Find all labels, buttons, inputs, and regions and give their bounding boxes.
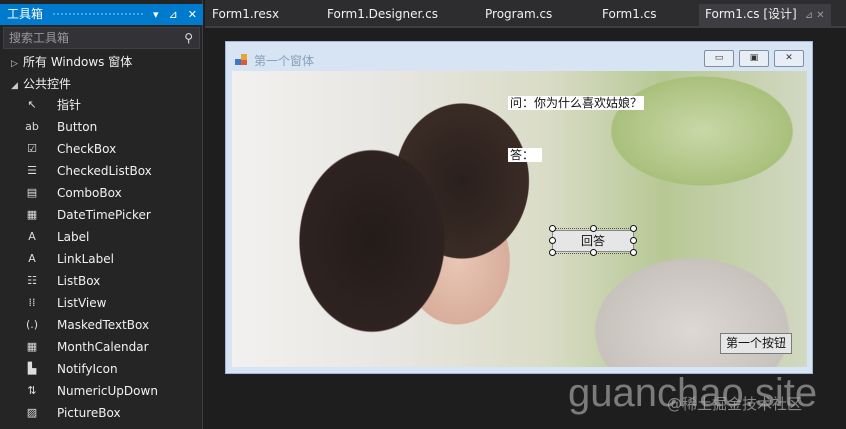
- tab-form1-resx[interactable]: Form1.resx: [212, 4, 279, 27]
- toolbox-item-label: ComboBox: [57, 186, 122, 200]
- toolbox-item[interactable]: ☰ CheckedListBox: [0, 160, 203, 182]
- tab-label: Form1.cs: [602, 7, 657, 21]
- listview-icon: ⁞⁞: [28, 296, 36, 309]
- resize-handle[interactable]: [549, 249, 556, 256]
- first-button[interactable]: 第一个按钮: [720, 333, 792, 354]
- label-icon: A: [28, 230, 36, 243]
- toolbox-item-label: ListBox: [57, 274, 101, 288]
- monthcalendar-icon: ▦: [26, 340, 38, 353]
- toolbox-item[interactable]: ⇅ NumericUpDown: [0, 380, 203, 402]
- close-icon: ✕: [785, 53, 793, 63]
- close-icon[interactable]: ✕: [188, 4, 197, 25]
- toolbox-item[interactable]: ▤ ComboBox: [0, 182, 203, 204]
- category-label: 公共控件: [23, 77, 72, 91]
- toolbox-item-label: Button: [57, 120, 98, 134]
- form-background-image: 问：你为什么喜欢姑娘？ 答： 回答 第一个按钮: [232, 71, 807, 367]
- tab-label: Form1.resx: [212, 7, 280, 21]
- resize-handle[interactable]: [630, 237, 637, 244]
- resize-handle[interactable]: [549, 225, 556, 232]
- button-icon: ab: [25, 120, 39, 133]
- toolbox-item-label: CheckedListBox: [57, 164, 152, 178]
- toolbox-title: 工具箱: [7, 7, 44, 21]
- toolbox-item-label: 指针: [57, 98, 82, 112]
- toolbox-item[interactable]: ▙ NotifyIcon: [0, 358, 203, 380]
- tab-form1-cs[interactable]: Form1.cs: [602, 4, 657, 27]
- resize-handle[interactable]: [590, 249, 597, 256]
- toolbox-item[interactable]: A Label: [0, 226, 203, 248]
- expand-arrow-icon: ▷: [11, 59, 18, 69]
- toolbox-item[interactable]: (.) MaskedTextBox: [0, 314, 203, 336]
- toolbox-item[interactable]: A LinkLabel: [0, 248, 203, 270]
- pin-icon[interactable]: ⊿: [169, 4, 178, 25]
- maskedtextbox-icon: (.): [25, 318, 39, 331]
- picturebox-icon: ▨: [26, 406, 38, 419]
- toolbox-item[interactable]: ↖ 指针: [0, 94, 203, 116]
- category-common-controls[interactable]: ◢ 公共控件: [0, 73, 71, 95]
- datetimepicker-icon: ▦: [26, 208, 38, 221]
- toolbox-item-label: CheckBox: [57, 142, 117, 156]
- tab-program-cs[interactable]: Program.cs: [485, 4, 552, 27]
- tab-label: Form1.Designer.cs: [327, 7, 438, 21]
- dropdown-icon[interactable]: ▾: [153, 4, 159, 25]
- search-placeholder: 搜索工具箱: [9, 31, 70, 45]
- toolbox-item[interactable]: ▦ MonthCalendar: [0, 336, 203, 358]
- toolbox-item-label: Label: [57, 230, 90, 244]
- tool-list: ↖ 指针 ab Button ☑ CheckBox ☰ CheckedListBox ▤ Comb…: [0, 94, 203, 424]
- toolbox-item-label: NumericUpDown: [57, 384, 158, 398]
- toolbox-item[interactable]: ▨ PictureBox: [0, 402, 203, 424]
- toolbox-item[interactable]: ▦ DateTimePicker: [0, 204, 203, 226]
- resize-handle[interactable]: [630, 249, 637, 256]
- notifyicon-icon: ▙: [27, 362, 37, 375]
- minimize-button[interactable]: ▭: [704, 50, 734, 67]
- watermark-sub: @稀土掘金技术社区: [667, 395, 803, 413]
- combobox-icon: ▤: [26, 186, 38, 199]
- resize-handle[interactable]: [630, 225, 637, 232]
- resize-handle[interactable]: [590, 225, 597, 232]
- toolbox-item[interactable]: ab Button: [0, 116, 203, 138]
- tab-form1-cs-design[interactable]: Form1.cs [设计] ⊿ ✕: [699, 4, 831, 27]
- maximize-icon: ▣: [749, 53, 759, 63]
- toolbox-item-label: ListView: [57, 296, 107, 310]
- checkedlistbox-icon: ☰: [27, 164, 37, 177]
- resize-handle[interactable]: [549, 237, 556, 244]
- title-grip: [52, 12, 145, 17]
- toolbox-item[interactable]: ☑ CheckBox: [0, 138, 203, 160]
- category-all-windows-forms[interactable]: ▷ 所有 Windows 窗体: [0, 51, 132, 73]
- toolbox-item-label: LinkLabel: [57, 252, 114, 266]
- maximize-button[interactable]: ▣: [739, 50, 769, 67]
- numericupdown-icon: ⇅: [27, 384, 37, 397]
- document-tab-bar: Form1.resx Form1.Designer.cs Program.cs …: [205, 0, 846, 27]
- tab-label: Form1.cs [设计]: [705, 7, 797, 21]
- category-label: 所有 Windows 窗体: [23, 55, 133, 69]
- designer-surface: 第一个窗体 ▭ ▣ ✕ 问：你为什么喜欢姑娘？ 答： 回答 第一个按钮 guan…: [205, 28, 846, 429]
- tab-pin-close-icon[interactable]: ⊿ ✕: [805, 10, 825, 21]
- minimize-icon: ▭: [714, 53, 724, 63]
- linklabel-icon: A: [28, 252, 36, 265]
- tab-label: Program.cs: [485, 7, 553, 21]
- toolbox-item-label: DateTimePicker: [57, 208, 151, 222]
- toolbox-panel: 工具箱 ▾ ⊿ ✕ 搜索工具箱 ⚲ ▷ 所有 Windows 窗体 ◢ 公共控件 ↖…: [0, 0, 203, 429]
- toolbox-item-label: MaskedTextBox: [57, 318, 150, 332]
- toolbox-item[interactable]: ⁞⁞ ListView: [0, 292, 203, 314]
- toolbox-search-input[interactable]: 搜索工具箱 ⚲: [3, 27, 200, 49]
- toolbox-title-bar: 工具箱 ▾ ⊿ ✕: [0, 4, 203, 25]
- form-app-icon: [235, 54, 247, 65]
- close-button[interactable]: ✕: [774, 50, 804, 67]
- pointer-icon: ↖: [27, 98, 37, 111]
- checkbox-icon: ☑: [27, 142, 37, 155]
- toolbox-item[interactable]: ☷ ListBox: [0, 270, 203, 292]
- form-title: 第一个窗体: [254, 54, 315, 68]
- toolbox-item-label: PictureBox: [57, 406, 121, 420]
- search-icon[interactable]: ⚲: [184, 28, 193, 48]
- form-window[interactable]: 第一个窗体 ▭ ▣ ✕ 问：你为什么喜欢姑娘？ 答： 回答 第一个按钮: [225, 41, 813, 374]
- answer-label[interactable]: 答：: [508, 148, 543, 162]
- toolbox-item-label: NotifyIcon: [57, 362, 118, 376]
- listbox-icon: ☷: [27, 274, 37, 287]
- toolbox-item-label: MonthCalendar: [57, 340, 149, 354]
- tab-form1-designer-cs[interactable]: Form1.Designer.cs: [327, 4, 438, 27]
- question-label[interactable]: 问：你为什么喜欢姑娘？: [508, 96, 645, 110]
